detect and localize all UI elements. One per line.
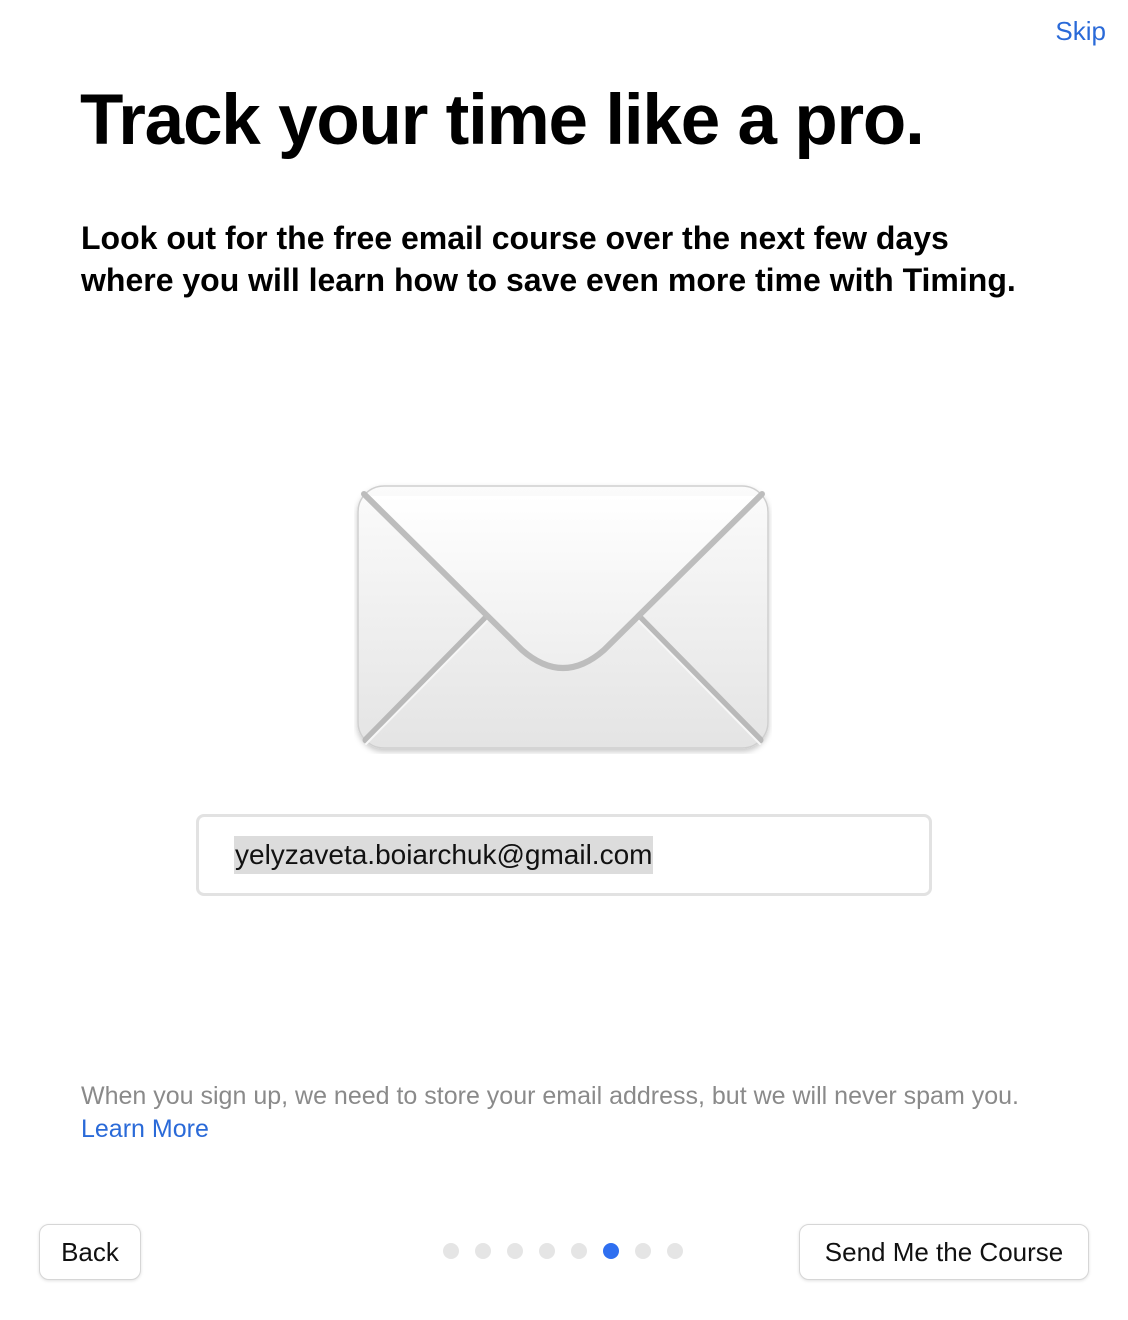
page-dot [443, 1243, 459, 1259]
learn-more-link[interactable]: Learn More [81, 1115, 209, 1143]
page-dot-active [603, 1243, 619, 1259]
email-value[interactable]: yelyzaveta.boiarchuk@gmail.com [234, 836, 654, 874]
page-dot [667, 1243, 683, 1259]
page-title: Track your time like a pro. [80, 81, 925, 160]
page-dot [475, 1243, 491, 1259]
back-button[interactable]: Back [39, 1224, 141, 1280]
envelope-icon [354, 482, 772, 754]
page-indicator [443, 1243, 683, 1259]
page-dot [507, 1243, 523, 1259]
privacy-note: When you sign up, we need to store your … [81, 1080, 1061, 1146]
email-field[interactable]: yelyzaveta.boiarchuk@gmail.com [196, 814, 932, 896]
page-dot [539, 1243, 555, 1259]
skip-link[interactable]: Skip [1055, 16, 1106, 47]
page-dot [635, 1243, 651, 1259]
send-course-button[interactable]: Send Me the Course [799, 1224, 1089, 1280]
onboarding-window: Skip Track your time like a pro. Look ou… [0, 0, 1128, 1320]
page-subtitle: Look out for the free email course over … [81, 220, 1016, 298]
privacy-note-text: When you sign up, we need to store your … [81, 1082, 1019, 1110]
page-dot [571, 1243, 587, 1259]
